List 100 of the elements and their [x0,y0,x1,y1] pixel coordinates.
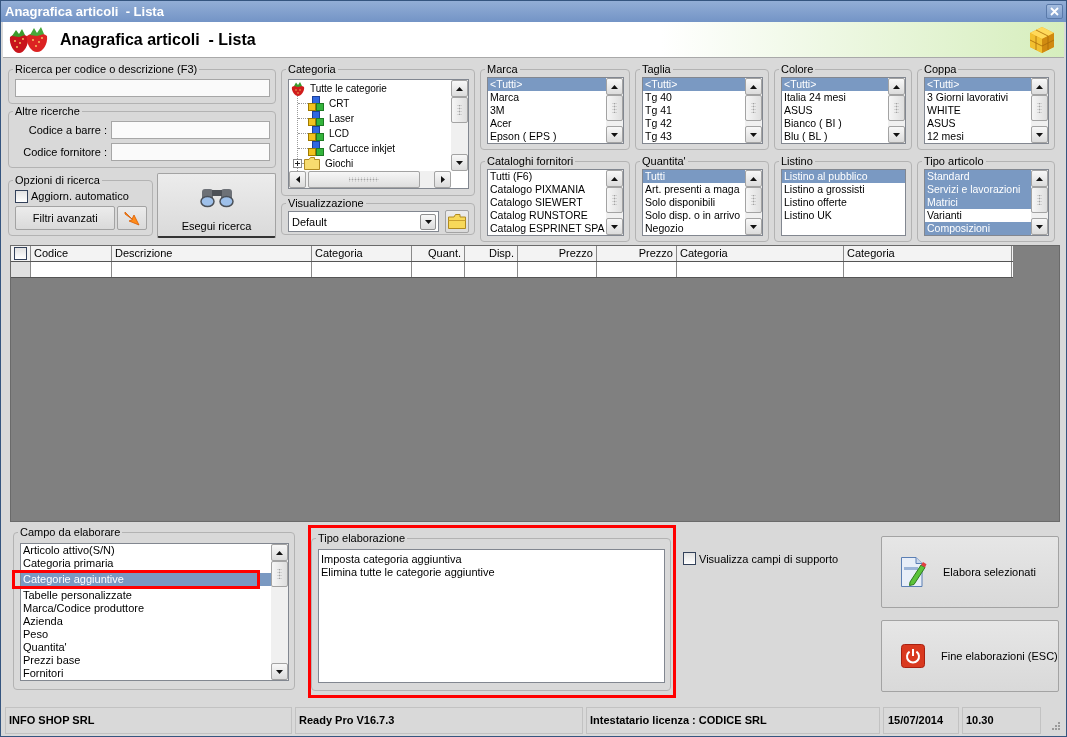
list-item[interactable]: Tabelle personalizzate [21,589,271,602]
input-field[interactable] [111,121,270,139]
scrollbar-thumb[interactable] [606,187,623,213]
checkbox[interactable] [14,247,27,260]
list-item[interactable]: 3 Giorni lavorativi [925,91,1031,104]
scrollbar[interactable] [745,78,762,143]
list-item[interactable]: Tutti (F6) [488,170,606,183]
scroll-down-button[interactable] [1031,218,1048,235]
list-item[interactable]: Listino a grossisti [782,183,905,196]
scroll-down-button[interactable] [451,154,468,171]
list-item[interactable]: ASUS [782,104,888,117]
list-item[interactable]: Quantita' [21,641,271,654]
advanced-filters-button[interactable]: Filtri avanzati [15,206,116,230]
list-item[interactable]: Negozio [643,222,745,235]
list-item[interactable]: Tg 43 [643,130,745,143]
scroll-right-button[interactable] [434,171,451,188]
column-header[interactable]: Prezzo [597,246,677,261]
process-button[interactable]: Elabora selezionati [881,536,1059,608]
list-item[interactable]: Catalog RUNSTORE [488,209,606,222]
list-item[interactable]: Imposta categoria aggiuntiva [319,553,664,566]
tree-item[interactable]: LCD [308,126,351,141]
scrollbar-thumb[interactable] [745,95,762,121]
view-dropdown[interactable]: Default [288,211,439,232]
tree-item[interactable]: Laser [308,111,356,126]
list-item[interactable]: Elimina tutte le categorie aggiuntive [319,566,664,579]
new-row[interactable] [11,262,1013,278]
list-item[interactable]: Marca/Codice produttore [21,602,271,615]
column-header[interactable]: Categoria [312,246,412,261]
list-item[interactable]: Fornitori [21,667,271,680]
column-header[interactable]: Categoria [677,246,844,261]
list-item[interactable]: Epson ( EPS ) [488,130,606,143]
scrollbar[interactable] [289,171,451,188]
scroll-up-button[interactable] [451,80,468,97]
close-button[interactable] [1046,4,1063,19]
scrollbar-thumb[interactable] [1031,95,1048,121]
scroll-left-button[interactable] [289,171,306,188]
search-field[interactable] [15,79,270,97]
dropdown-button[interactable] [420,213,436,230]
list-item[interactable]: Varianti [925,209,1031,222]
scrollbar[interactable] [1031,78,1048,143]
folder-button[interactable] [445,210,469,233]
scrollbar[interactable] [1031,170,1048,235]
scroll-down-button[interactable] [888,126,905,143]
list-item[interactable]: Tg 42 [643,117,745,130]
input-field[interactable] [111,143,270,161]
column-header[interactable]: Descrizione [112,246,312,261]
list-item[interactable]: Catalogo SIEWERT [488,196,606,209]
scrollbar-thumb[interactable] [888,95,905,121]
scrollbar[interactable] [271,544,288,680]
scrollbar-thumb[interactable] [271,561,288,587]
scrollbar[interactable] [888,78,905,143]
scrollbar[interactable] [745,170,762,235]
scrollbar[interactable] [451,80,468,171]
tree-item[interactable]: Giochi [304,156,356,171]
list-item[interactable]: Peso [21,628,271,641]
scroll-up-button[interactable] [1031,170,1048,187]
list-item[interactable]: Acer [488,117,606,130]
scrollbar-thumb[interactable] [308,171,420,188]
scroll-down-button[interactable] [271,663,288,680]
scroll-down-button[interactable] [1031,126,1048,143]
scroll-up-button[interactable] [1031,78,1048,95]
column-header[interactable]: Prezzo [518,246,597,261]
list-item[interactable]: Solo disponibili [643,196,745,209]
tree-item[interactable]: Cartucce inkjet [308,141,398,156]
list-item[interactable]: Catalog ESPRINET SPA [488,222,606,235]
list-item[interactable]: Tg 40 [643,91,745,104]
column-header[interactable]: Quant. [412,246,465,261]
scroll-down-button[interactable] [745,218,762,235]
scrollbar-thumb[interactable] [1031,187,1048,213]
list-item[interactable]: Listino UK [782,209,905,222]
list-item[interactable]: 3M [488,104,606,117]
column-header[interactable]: Categoria [844,246,1012,261]
list-item[interactable]: Art. presenti a maga [643,183,745,196]
list-item[interactable]: WHITE [925,104,1031,117]
list-item[interactable]: Categoria primaria [21,557,271,570]
arrow-button[interactable] [117,206,147,230]
scroll-down-button[interactable] [606,218,623,235]
scrollbar-thumb[interactable] [745,187,762,213]
scroll-up-button[interactable] [888,78,905,95]
list-item[interactable]: Catalogo PIXMANIA [488,183,606,196]
exit-button[interactable]: Fine elaborazioni (ESC) [881,620,1059,692]
column-header[interactable]: Disp. [465,246,518,261]
list-item[interactable]: Listino offerte [782,196,905,209]
scrollbar-thumb[interactable] [606,95,623,121]
list-item[interactable]: Italia 24 mesi [782,91,888,104]
list-item[interactable]: Marca [488,91,606,104]
list-item[interactable]: ASUS [925,117,1031,130]
scroll-down-button[interactable] [745,126,762,143]
scroll-up-button[interactable] [271,544,288,561]
search-button[interactable]: Esegui ricerca [157,173,276,238]
list-item[interactable]: Articolo attivo(S/N) [21,544,271,557]
list-item[interactable]: Solo disp. o in arrivo [643,209,745,222]
checkbox[interactable] [15,189,28,203]
scroll-up-button[interactable] [606,78,623,95]
scroll-down-button[interactable] [606,126,623,143]
list-item[interactable]: Prezzi base [21,654,271,667]
list-item[interactable]: 12 mesi [925,130,1031,143]
column-header[interactable]: Codice [31,246,112,261]
list-item[interactable]: Bianco ( BI ) [782,117,888,130]
scroll-up-button[interactable] [606,170,623,187]
